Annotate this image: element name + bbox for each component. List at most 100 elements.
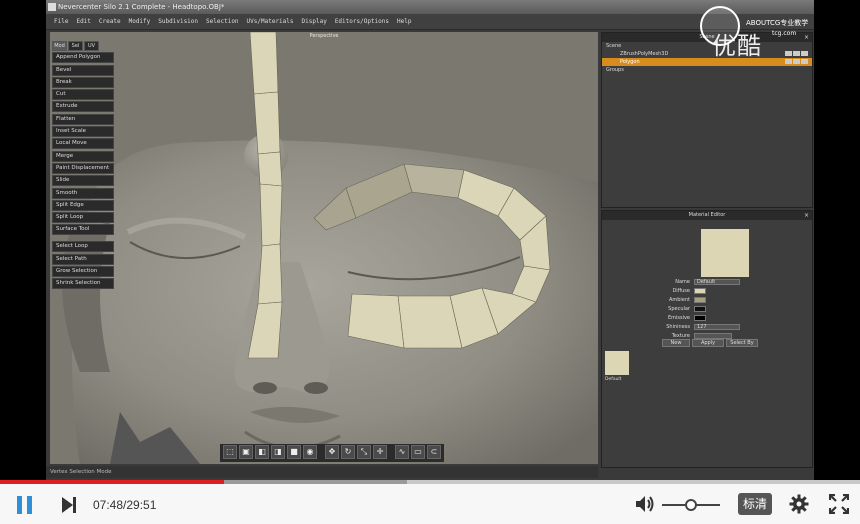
visibility-icons[interactable] [785,59,808,64]
material-select-by-button[interactable]: Select By [726,339,758,347]
tool-break[interactable]: Break [52,76,114,88]
toolbar-curve-icon[interactable]: ∿ [395,445,409,459]
tab-sel[interactable]: Sel [68,41,83,51]
material-emissive-label: Emissive [667,315,690,321]
menu-uvs-materials[interactable]: UVs/Materials [247,18,294,25]
tool-append-polygon[interactable]: Append Polygon [52,52,114,64]
volume-slider[interactable] [662,499,720,511]
tool-grow-selection[interactable]: Grow Selection [52,266,114,278]
toolbar-scale-icon[interactable]: ⤡ [357,445,371,459]
material-editor-panel: Material Editor × Name Default Diffuse A… [601,210,813,468]
material-preview [701,229,749,277]
scene-item-polygon[interactable]: Polygon [602,58,812,66]
tool-merge[interactable]: Merge [52,150,114,162]
tool-smooth[interactable]: Smooth [52,187,114,199]
app-window: Nevercenter Silo 2.1 Complete - Headtopo… [46,0,814,480]
toolbar-universal-icon[interactable]: ✛ [373,445,387,459]
menu-bar: File Edit Create Modify Subdivision Selection… [46,14,814,30]
material-apply-button[interactable]: Apply [692,339,724,347]
shininess-slider[interactable]: 127 [694,324,740,330]
tool-split-loop[interactable]: Split Loop [52,212,114,224]
tab-mod[interactable]: Mod [52,41,67,51]
volume-icon[interactable] [634,494,656,514]
tool-shrink-selection[interactable]: Shrink Selection [52,278,114,290]
toolbar-cube-icon[interactable]: ▣ [239,445,253,459]
menu-modify[interactable]: Modify [129,18,151,25]
tool-inset-scale[interactable]: Inset Scale [52,126,114,138]
tool-select-path[interactable]: Select Path [52,253,114,265]
emissive-color-swatch[interactable] [694,315,706,321]
toolbar-separator [389,445,393,461]
menu-subdivision[interactable]: Subdivision [158,18,198,25]
toolbar-cube-edges-icon[interactable]: ◧ [255,445,269,459]
viewport-label: Perspective [309,33,339,39]
material-panel-header: Material Editor × [602,211,812,220]
tool-paint-displacement[interactable]: Paint Displacement [52,162,114,174]
pause-icon[interactable] [16,496,34,514]
tool-surface-tool[interactable]: Surface Tool [52,224,114,236]
material-name-field[interactable]: Default [694,279,740,285]
tool-local-move[interactable]: Local Move [52,138,114,150]
tool-flatten[interactable]: Flatten [52,113,114,125]
scene-item-label: Scene [606,43,622,49]
toolbar-separator [319,445,323,461]
toolbar-box-icon[interactable]: ▭ [411,445,425,459]
material-diffuse-label: Diffuse [672,288,690,294]
fullscreen-icon[interactable] [829,494,849,514]
tab-uv[interactable]: UV [84,41,99,51]
eye-icon[interactable] [793,59,800,64]
scene-item-label: ZBrushPolyMesh3D [620,51,669,57]
menu-edit[interactable]: Edit [76,18,90,25]
gear-icon[interactable] [789,494,809,514]
tool-split-edge[interactable]: Split Edge [52,199,114,211]
material-emissive-row: Emissive [642,315,802,322]
toolbar-loop-icon[interactable]: ⊂ [427,445,441,459]
tool-bevel[interactable]: Bevel [52,64,114,76]
menu-help[interactable]: Help [397,18,411,25]
menu-selection[interactable]: Selection [206,18,239,25]
material-name-label: Name [675,279,690,285]
volume-knob[interactable] [685,499,697,511]
progress-bar[interactable] [0,480,860,484]
diffuse-color-swatch[interactable] [694,288,706,294]
menu-file[interactable]: File [54,18,68,25]
menu-display[interactable]: Display [302,18,327,25]
material-new-button[interactable]: New [662,339,690,347]
tool-cut[interactable]: Cut [52,89,114,101]
tool-extrude[interactable]: Extrude [52,101,114,113]
material-diffuse-row: Diffuse [642,288,802,295]
quality-button[interactable]: 标清 [738,493,772,515]
toolbar-cube-faces-icon[interactable]: ◨ [271,445,285,459]
eye-icon[interactable] [801,59,808,64]
tool-select-loop[interactable]: Select Loop [52,241,114,253]
material-thumbnail-label: Default [605,377,622,382]
material-ambient-label: Ambient [668,297,690,303]
toolbar-select-icon[interactable]: ⬚ [223,445,237,459]
watermark-brand: 优酷 [712,32,762,60]
material-shininess-label: Shininess [666,324,690,330]
toolbar-rotate-icon[interactable]: ↻ [341,445,355,459]
material-specular-label: Specular [668,306,690,312]
material-thumbnail[interactable] [605,351,629,375]
toolbar-move-icon[interactable]: ✥ [325,445,339,459]
progress-buffer [224,480,407,484]
specular-color-swatch[interactable] [694,306,706,312]
material-panel-title: Material Editor [688,212,726,218]
watermark-line2: tcg.com [772,30,797,37]
menu-editors-options[interactable]: Editors/Options [335,18,389,25]
next-icon[interactable] [60,496,78,514]
ambient-color-swatch[interactable] [694,297,706,303]
toolbar-cube-solid-icon[interactable]: ■ [287,445,301,459]
eye-icon[interactable] [785,59,792,64]
select-tool-list: Select Loop Select Path Grow Selection Shri… [52,241,114,290]
material-name-row: Name Default [642,279,802,286]
toolbar-sphere-icon[interactable]: ◉ [303,445,317,459]
menu-create[interactable]: Create [99,18,121,25]
scene-item-groups[interactable]: Groups [602,66,812,74]
panel-close-icon[interactable]: × [804,211,809,220]
time-display: 07:48/29:51 [93,498,157,512]
viewport-render [50,32,598,464]
tool-slide[interactable]: Slide [52,175,114,187]
perspective-viewport[interactable]: Perspective Mod Sel UV Append Polygon Bevel… [50,32,598,464]
scene-item-label: Groups [606,67,624,73]
